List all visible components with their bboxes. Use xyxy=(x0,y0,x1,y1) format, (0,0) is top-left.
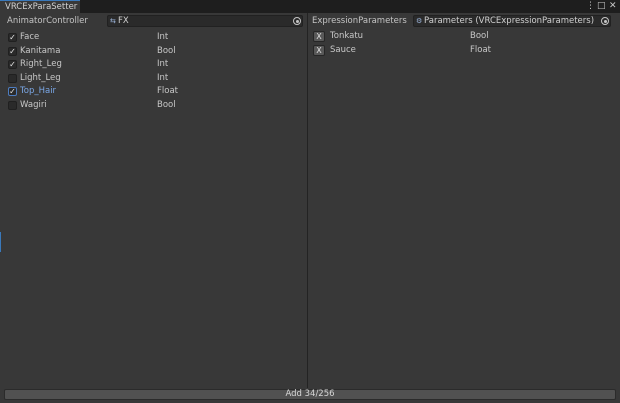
animator-controller-label: AnimatorController xyxy=(7,16,88,26)
parameter-name: Top_Hair xyxy=(20,86,57,96)
expression-parameter-type: Float xyxy=(470,45,491,55)
expression-parameters-pane: ExpressionParameters ⚙ Parameters (VRCExp… xyxy=(308,13,615,388)
editor-window: AnimatorController ⇆ FX ✓ Face Int ✓ Kanitama… xyxy=(0,13,620,403)
expression-parameters-label: ExpressionParameters xyxy=(312,16,407,26)
close-icon[interactable]: ✕ xyxy=(609,1,617,12)
remove-parameter-button[interactable]: X xyxy=(313,31,325,42)
parameter-row: Light_Leg Int xyxy=(3,72,307,86)
animator-parameter-list: ✓ Face Int ✓ Kanitama Bool ✓ Right_Leg Int Light_… xyxy=(3,31,307,112)
window-tab[interactable]: VRCExParaSetter xyxy=(0,0,80,13)
parameter-type: Int xyxy=(157,72,169,83)
animator-controller-pane: AnimatorController ⇆ FX ✓ Face Int ✓ Kanitama… xyxy=(3,13,307,388)
expression-parameter-list: X Tonkatu Bool X Sauce Float xyxy=(308,30,615,58)
expression-parameters-field[interactable]: ⚙ Parameters (VRCExpressionParameters) xyxy=(413,15,611,27)
parameter-type: Bool xyxy=(157,45,176,56)
remove-parameter-button[interactable]: X xyxy=(313,45,325,56)
title-bar: VRCExParaSetter ⋮ □ ✕ xyxy=(0,0,620,13)
expression-parameters-value: Parameters (VRCExpressionParameters) xyxy=(424,16,595,26)
animator-controller-field[interactable]: ⇆ FX xyxy=(107,15,303,27)
parameter-type: Int xyxy=(157,59,169,69)
parameter-row: Wagiri Bool xyxy=(3,99,307,113)
parameter-name: Face xyxy=(20,32,40,42)
expression-parameter-row: X Sauce Float xyxy=(308,44,615,58)
parameter-checkbox[interactable]: ✓ xyxy=(8,87,17,96)
object-picker-icon[interactable] xyxy=(601,17,609,25)
expression-parameters-icon: ⚙ xyxy=(416,17,423,25)
object-picker-icon[interactable] xyxy=(293,17,301,25)
expression-parameter-row: X Tonkatu Bool xyxy=(308,30,615,44)
parameter-checkbox[interactable] xyxy=(8,100,17,110)
expression-parameter-name: Tonkatu xyxy=(330,31,364,41)
maximize-icon[interactable]: □ xyxy=(597,1,606,12)
add-button[interactable]: Add 34/256 xyxy=(4,389,616,400)
more-options-icon[interactable]: ⋮ xyxy=(586,1,595,12)
expression-parameter-name: Sauce xyxy=(330,45,356,55)
parameter-checkbox[interactable]: ✓ xyxy=(8,33,17,42)
parameter-name: Kanitama xyxy=(20,45,61,56)
animator-controller-value: FX xyxy=(118,16,129,26)
parameter-row: ✓ Face Int xyxy=(3,31,307,45)
parameter-type: Bool xyxy=(157,99,176,110)
parameter-checkbox[interactable] xyxy=(8,73,17,83)
parameter-name: Wagiri xyxy=(20,99,47,110)
parameter-row: ✓ Right_Leg Int xyxy=(3,58,307,72)
parameter-row: ✓ Kanitama Bool xyxy=(3,45,307,59)
parameter-checkbox[interactable]: ✓ xyxy=(8,46,17,56)
parameter-type: Float xyxy=(157,86,178,96)
parameter-type: Int xyxy=(157,32,169,42)
parameter-name: Right_Leg xyxy=(20,59,62,69)
parameter-row: ✓ Top_Hair Float xyxy=(3,85,307,99)
resize-edge xyxy=(0,232,1,252)
expression-parameter-type: Bool xyxy=(470,31,489,41)
parameter-checkbox[interactable]: ✓ xyxy=(8,60,17,69)
animator-controller-icon: ⇆ xyxy=(110,17,116,25)
parameter-name: Light_Leg xyxy=(20,72,61,83)
